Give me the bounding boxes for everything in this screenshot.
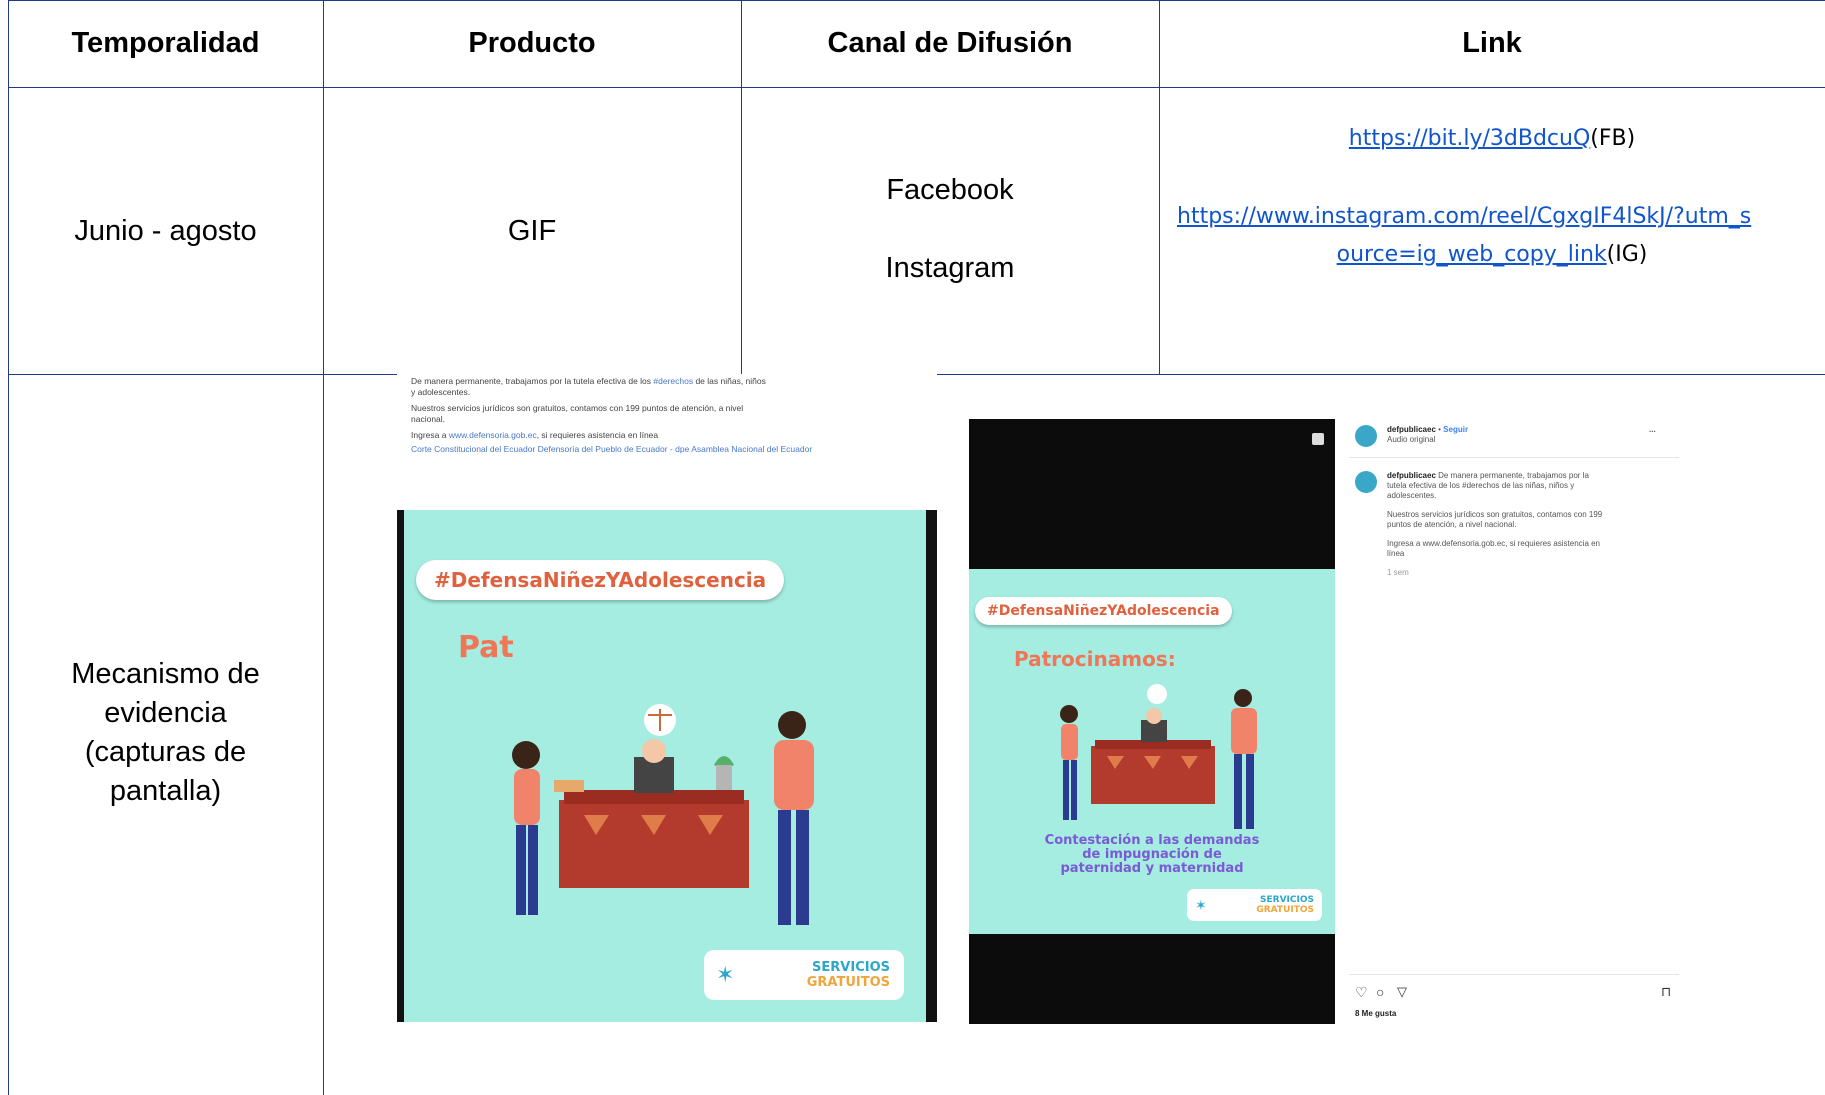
header-producto: Producto (468, 27, 596, 59)
ig-video-poster: #DefensaNiñezYAdolescencia Patrocinamos:… (969, 569, 1335, 934)
fb-courtroom-illustration (512, 704, 814, 925)
cell-link: https://bit.ly/3dBdcuQ(FB) https://www.i… (1159, 88, 1825, 374)
ig-follow-button[interactable]: Seguir (1443, 425, 1468, 434)
fb-heading: Pat (458, 630, 514, 665)
ig-avatar[interactable] (1355, 425, 1377, 447)
ig-caption: Contestación a las demandas de impugnaci… (969, 834, 1335, 876)
fb-post-text: De manera permanente, trabajamos por la … (411, 376, 931, 455)
ig-heading: Patrocinamos: (1014, 647, 1176, 671)
fb-link-suffix: (FB) (1590, 126, 1636, 151)
fb-link-line: https://bit.ly/3dBdcuQ(FB) (1159, 126, 1825, 151)
mecanismo-line-1: Mecanismo de (71, 658, 260, 690)
ig-caption-1: Contestación a las demandas (1044, 833, 1260, 848)
fb-line1: De manera permanente, trabajamos por la … (411, 376, 654, 386)
ig-caption-2: de impugnación de (1082, 847, 1222, 862)
ig-bookmark-icon[interactable]: ⊓ (1661, 984, 1671, 1000)
fb-video-poster: #DefensaNiñezYAdolescencia Pat ✶ SERVICI… (404, 510, 926, 1022)
fb-line5-end: , si requieres asistencia en línea (536, 430, 659, 440)
canal-instagram: Instagram (885, 252, 1015, 284)
ig-link-line-1: https://www.instagram.com/reel/CgxgIF4lS… (1177, 204, 1751, 229)
ig-services-logo: ✶ SERVICIOS GRATUITOS (1187, 889, 1322, 921)
ig-actions-divider (1349, 974, 1679, 975)
ig-comment-6: Ingresa a www.defensoria.gob.ec, si requ… (1387, 539, 1601, 548)
mecanismo-line-4: pantalla) (109, 775, 222, 807)
ig-caption-3: paternidad y maternidad (1060, 861, 1244, 876)
ig-comment: defpublicaec De manera permanente, traba… (1387, 471, 1677, 578)
fb-logo-text-1: SERVICIOS (812, 960, 890, 975)
fb-line1-end: de las niñas, niños (693, 376, 766, 386)
ig-logo-star-icon: ✶ (1195, 896, 1207, 913)
ig-comment-1: De manera permanente, trabajamos por la (1438, 471, 1589, 480)
ig-hashtag-badge: #DefensaNiñezYAdolescencia (975, 597, 1232, 625)
fb-logo-star-icon: ✶ (716, 962, 735, 987)
ig-share-icon[interactable]: ▽ (1397, 984, 1407, 1000)
mecanismo-line-3: (capturas de (84, 736, 247, 768)
cell-mecanismo: Mecanismo de evidencia (capturas de pant… (8, 655, 323, 811)
fb-mentions[interactable]: Corte Constitucional del Ecuador Defenso… (411, 444, 931, 455)
ig-comment-2: tutela efectiva de los #derechos de las … (1387, 481, 1575, 490)
fb-line2: y adolescentes. (411, 387, 471, 397)
ig-account-name[interactable]: defpublicaec (1387, 425, 1436, 434)
ig-link-line-2: ource=ig_web_copy_link(IG) (1159, 242, 1825, 267)
ig-heart-icon[interactable]: ♡ (1355, 984, 1368, 1001)
ig-comment-icon[interactable]: ○ (1376, 984, 1384, 1000)
fb-line4: nacional. (411, 414, 446, 424)
ig-comment-5: puntos de atención, a nivel nacional. (1387, 520, 1517, 529)
canal-facebook: Facebook (886, 174, 1014, 206)
header-canal: Canal de Difusión (827, 27, 1073, 59)
ig-comment-time: 1 sem (1387, 568, 1409, 577)
ig-link-part-2[interactable]: ource=ig_web_copy_link (1337, 242, 1607, 267)
ig-comment-avatar (1355, 471, 1377, 493)
fb-hashtag-derechos[interactable]: #derechos (653, 376, 693, 386)
mecanismo-line-2: evidencia (104, 697, 227, 729)
ig-comment-account[interactable]: defpublicaec (1387, 471, 1436, 480)
ig-likes: 8 Me gusta (1355, 1009, 1397, 1018)
ig-courtroom-illustration (1060, 684, 1257, 829)
ig-comment-panel: defpublicaec • Seguir Audio original ...… (1349, 419, 1709, 1024)
ig-header: defpublicaec • Seguir Audio original (1387, 425, 1469, 445)
cell-producto: GIF (507, 214, 557, 247)
header-temporalidad: Temporalidad (71, 27, 260, 59)
ig-link-part-1[interactable]: https://www.instagram.com/reel/CgxgIF4lS… (1177, 204, 1751, 229)
ig-comment-3: adolescentes. (1387, 491, 1437, 500)
ig-comment-4: Nuestros servicios jurídicos son gratuit… (1387, 510, 1603, 519)
cell-canal: Facebook Instagram (741, 88, 1159, 374)
ig-link-suffix: (IG) (1606, 242, 1648, 267)
fb-line3: Nuestros servicios jurídicos son gratuit… (411, 403, 744, 413)
ig-audio[interactable]: Audio original (1387, 435, 1468, 445)
fb-website-link[interactable]: www.defensoria.gob.ec (449, 430, 537, 440)
header-link: Link (1462, 27, 1522, 59)
instagram-screenshot: #DefensaNiñezYAdolescencia Patrocinamos:… (969, 419, 1709, 1024)
ig-more-button[interactable]: ... (1649, 425, 1656, 435)
ig-logo-text-1: SERVICIOS (1260, 895, 1314, 905)
fb-link[interactable]: https://bit.ly/3dBdcuQ (1349, 126, 1590, 151)
ig-mute-icon[interactable] (1312, 433, 1324, 445)
fb-services-logo: ✶ SERVICIOS GRATUITOS (704, 950, 904, 1000)
cell-temporalidad: Junio - agosto (74, 214, 257, 247)
facebook-screenshot: De manera permanente, trabajamos por la … (397, 374, 937, 1022)
ig-header-divider (1349, 457, 1679, 458)
fb-logo-text-2: GRATUITOS (806, 975, 890, 990)
fb-hashtag-badge: #DefensaNiñezYAdolescencia (416, 560, 785, 600)
ig-logo-text-2: GRATUITOS (1256, 905, 1314, 915)
fb-line5: Ingresa a (411, 430, 449, 440)
ig-comment-7: línea (1387, 549, 1405, 558)
